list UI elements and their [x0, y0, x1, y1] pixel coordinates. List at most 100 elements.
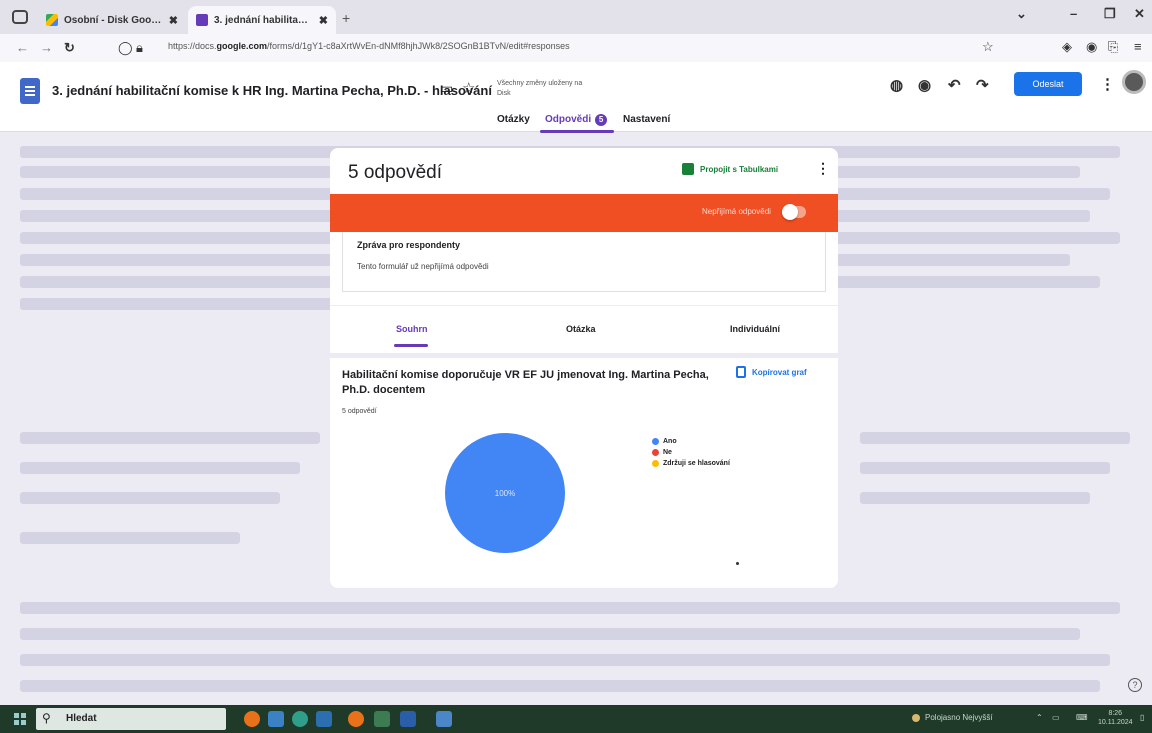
form-main-tabs: Otázky Odpovědi 5 Nastavení [0, 112, 1152, 133]
legend-swatch [652, 438, 659, 445]
tab-search-icon[interactable]: ⌄ [1016, 6, 1027, 22]
bookmark-star-icon[interactable]: ☆ [982, 39, 994, 55]
background-text-line [860, 432, 1130, 444]
copy-icon [736, 366, 746, 378]
window-menu-icon[interactable] [12, 10, 28, 24]
tab-individual[interactable]: Individuální [730, 324, 780, 334]
maximize-button[interactable]: ❐ [1104, 6, 1116, 22]
close-tab-icon[interactable]: ✖ [319, 14, 328, 27]
account-icon[interactable]: ◉ [1086, 39, 1097, 55]
menu-icon[interactable]: ≡ [1134, 39, 1142, 54]
accepting-responses-label: Nepřijímá odpovědi [702, 207, 771, 216]
url-path: /forms/d/1gY1-c8aXrtWvEn-dNMf8hjhJWk8/2S… [267, 41, 570, 51]
background-text-line [20, 654, 1110, 666]
network-icon[interactable]: ▭ [1052, 713, 1060, 722]
tab-responses[interactable]: Odpovědi 5 [545, 114, 608, 126]
browser-nav-bar: ← → ↻ ◯ 🔒︎ https://docs.google.com/forms… [0, 34, 1152, 62]
google-forms-icon [196, 14, 208, 26]
firefox-taskbar-icon[interactable] [348, 711, 364, 727]
copy-graph-button[interactable]: Kopírovat graf [736, 366, 807, 378]
taskbar-search-label: Hledat [66, 713, 97, 724]
extensions-icon[interactable]: ⎘ [1108, 39, 1118, 55]
shield-icon[interactable]: ◯ [118, 40, 133, 56]
reload-icon[interactable]: ↻ [64, 40, 75, 56]
respondent-message-title: Zpráva pro respondenty [357, 240, 461, 250]
tab-summary[interactable]: Souhrn [396, 324, 428, 334]
windows-taskbar: ⚲ Hledat Polojasno Nejvyšší ⌃ ▭ ⌨ 8:26 1… [0, 705, 1152, 733]
question-chart-card: Habilitační komise doporučuje VR EF JU j… [330, 358, 838, 588]
close-window-button[interactable]: ✕ [1134, 6, 1145, 22]
responses-more-icon[interactable]: ⋮ [816, 160, 830, 177]
new-tab-button[interactable]: + [342, 10, 350, 26]
link-to-sheets-button[interactable]: Propojit s Tabulkami [682, 163, 778, 175]
legend-item: Ano [652, 438, 730, 445]
background-text-line [20, 628, 1080, 640]
search-icon: ⚲ [42, 711, 51, 725]
legend-item: Zdržuji se hlasování [652, 460, 730, 467]
avatar[interactable] [1122, 70, 1146, 94]
pie-chart: 100% [445, 433, 565, 553]
teams-taskbar-icon[interactable] [436, 711, 452, 727]
background-text-line [860, 462, 1110, 474]
edge-taskbar-icon[interactable] [292, 711, 308, 727]
clock-time: 8:26 [1108, 710, 1123, 717]
palette-icon[interactable]: ◍ [890, 76, 903, 94]
form-title[interactable]: 3. jednání habilitační komise k HR Ing. … [52, 83, 492, 98]
link-to-sheets-label: Propojit s Tabulkami [700, 164, 779, 174]
windows-start-icon[interactable] [14, 713, 26, 725]
explorer-taskbar-icon[interactable] [400, 711, 416, 727]
pocket-icon[interactable]: ◈ [1062, 39, 1072, 55]
close-tab-icon[interactable]: ✖ [169, 14, 178, 27]
tab-label: 3. jednání habilitační komise k H [214, 14, 313, 26]
redo-icon[interactable]: ↷ [976, 76, 989, 94]
browser-tab-bar: Osobní - Disk Google ✖ 3. jednání habili… [0, 0, 1152, 34]
question-response-count: 5 odpovědí [342, 408, 377, 415]
legend-label: Ne [663, 449, 672, 456]
lock-icon[interactable]: 🔒︎ [136, 40, 143, 56]
question-title: Habilitační komise doporučuje VR EF JU j… [342, 369, 709, 396]
excel-taskbar-icon[interactable] [374, 711, 390, 727]
legend-label: Zdržuji se hlasování [663, 460, 730, 467]
chart-legend: Ano Ne Zdržuji se hlasování [652, 438, 730, 471]
active-subtab-indicator [394, 344, 428, 347]
taskbar-clock[interactable]: 8:26 10.11.2024 [1098, 709, 1133, 727]
tab-questions[interactable]: Otázky [497, 114, 530, 125]
responses-count-badge: 5 [595, 114, 608, 126]
weather-text: Polojasno Nejvyšší [925, 713, 993, 722]
weather-widget[interactable]: Polojasno Nejvyšší [912, 713, 993, 722]
forms-logo-icon[interactable] [20, 78, 40, 104]
minimize-button[interactable]: – [1070, 6, 1077, 21]
notifications-icon[interactable]: ▯ [1140, 713, 1144, 722]
tab-question[interactable]: Otázka [566, 324, 596, 334]
tab-settings[interactable]: Nastavení [623, 114, 670, 125]
undo-icon[interactable]: ↶ [948, 76, 961, 94]
keyboard-language-icon[interactable]: ⌨ [1076, 713, 1088, 722]
help-icon[interactable]: ? [1128, 678, 1142, 692]
url-prefix: https://docs. [168, 41, 217, 51]
address-bar[interactable]: https://docs.google.com/forms/d/1gY1-c8a… [168, 41, 868, 51]
legend-label: Ano [663, 438, 677, 445]
background-text-line [20, 492, 280, 504]
responses-summary-card: 5 odpovědí Propojit s Tabulkami ⋮ Nepřij… [330, 148, 838, 305]
accepting-responses-toggle[interactable] [782, 204, 806, 220]
forward-icon[interactable]: → [40, 40, 53, 55]
send-button[interactable]: Odeslat [1014, 72, 1082, 96]
chrome-taskbar-icon[interactable] [244, 711, 260, 727]
responses-view-tabs: Souhrn Otázka Individuální [330, 305, 838, 353]
star-icon[interactable]: ☆ [462, 79, 475, 97]
cursor-dot [736, 562, 739, 565]
more-options-icon[interactable]: ⋮ [1100, 75, 1115, 93]
back-icon[interactable]: ← [16, 40, 29, 55]
taskbar-search[interactable]: ⚲ Hledat [36, 708, 226, 730]
pie-slice-label: 100% [495, 489, 515, 498]
respondent-message-text[interactable]: Tento formulář už nepřijímá odpovědi [357, 262, 489, 271]
tray-chevron-icon[interactable]: ⌃ [1036, 713, 1043, 722]
preview-eye-icon[interactable]: ◉ [918, 76, 931, 94]
tab-google-drive[interactable]: Osobní - Disk Google ✖ [38, 6, 186, 34]
clock-date: 10.11.2024 [1098, 719, 1133, 726]
outlook-taskbar-icon[interactable] [316, 711, 332, 727]
tab-google-forms[interactable]: 3. jednání habilitační komise k H ✖ [188, 6, 336, 34]
copy-graph-label: Kopírovat graf [752, 367, 807, 377]
store-taskbar-icon[interactable] [268, 711, 284, 727]
move-to-folder-icon[interactable]: ▭ [440, 80, 453, 97]
